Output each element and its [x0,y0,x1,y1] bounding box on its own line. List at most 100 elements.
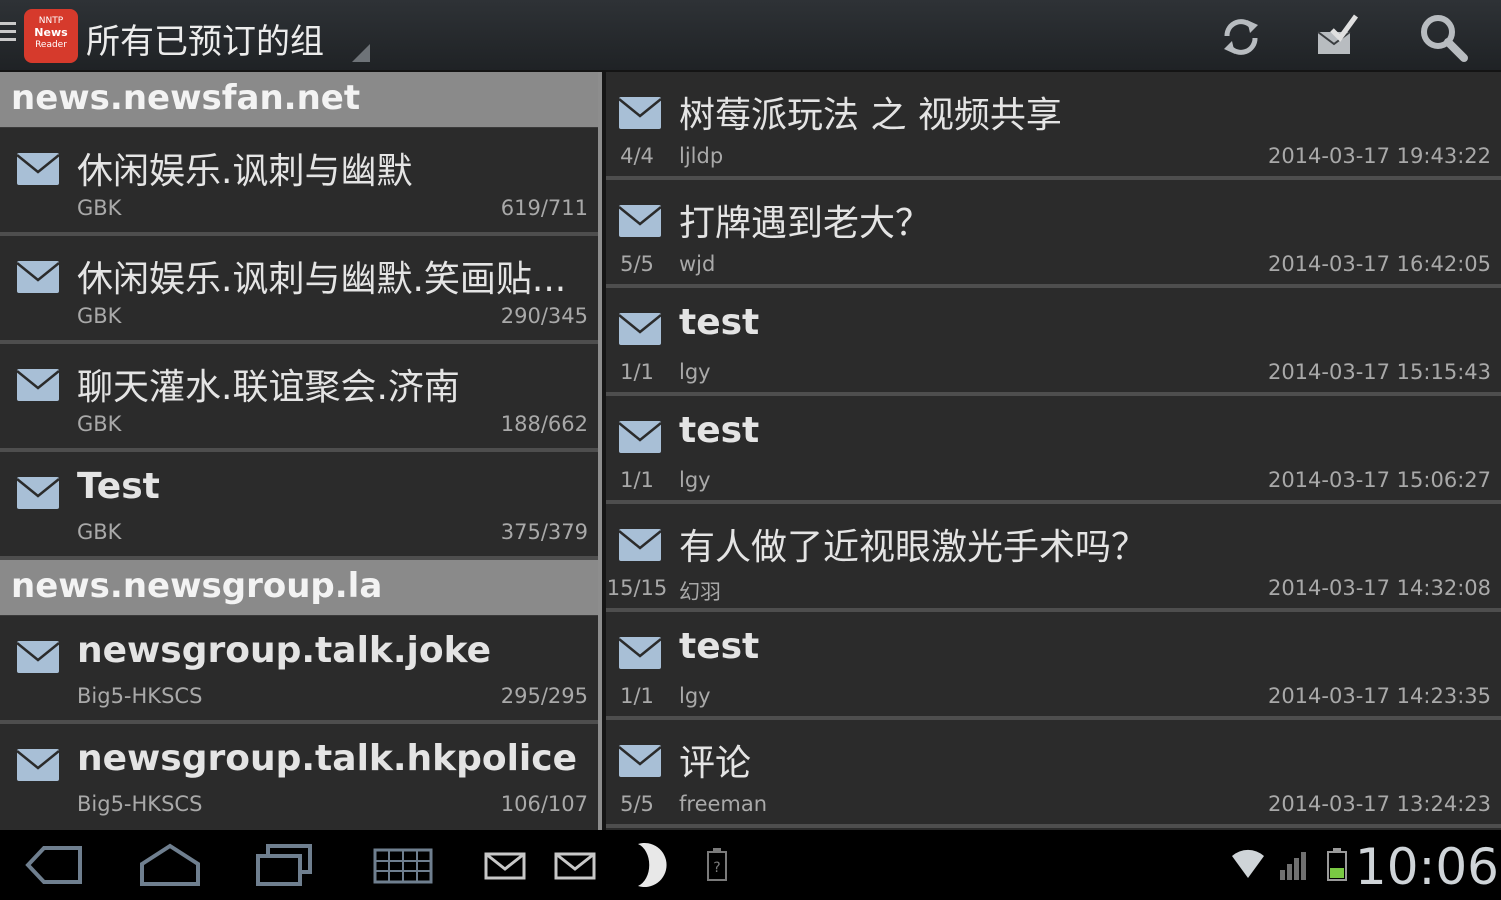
thread-subject: 评论 [679,743,752,784]
thread-item[interactable]: 有人做了近视眼激光手术吗？ 15/15 幻羽 2014-03-17 14:32:… [606,504,1501,612]
envelope-icon [618,205,662,237]
thread-item[interactable]: 打牌遇到老大？ 5/5 wjd 2014-03-17 16:42:05 [606,180,1501,288]
thread-date: 2014-03-17 19:43:22 [1267,144,1491,168]
group-item[interactable]: 休闲娱乐.讽刺与幽默.笑画贴... GBK 290/345 [0,236,598,344]
page-title[interactable]: 所有已预订的组 [86,14,324,63]
server-header: news.newsfan.net [0,72,598,128]
wifi-icon [1232,849,1264,878]
thread-item[interactable]: 评论 5/5 freeman 2014-03-17 13:24:23 [606,720,1501,828]
group-item[interactable]: Test GBK 375/379 [0,452,598,560]
envelope-icon [618,529,662,561]
thread-author: lgy [679,360,711,384]
logo-text-reader: Reader [35,40,67,50]
system-bar: ? 10:06 [0,830,1501,900]
thread-author: lgy [679,684,711,708]
home-icon[interactable] [138,842,202,888]
pane-divider[interactable] [598,72,606,830]
thread-author: 幻羽 [679,580,721,604]
thread-count: 5/5 [620,252,654,276]
thread-count: 1/1 [620,360,654,384]
battery-saver-icon[interactable]: ? [704,842,730,888]
search-icon[interactable] [1416,10,1470,64]
thread-subject: 打牌遇到老大？ [679,203,932,244]
group-encoding: GBK [77,412,122,436]
envelope-icon [16,261,60,293]
group-encoding: Big5-HKSCS [77,684,203,708]
mark-read-icon[interactable] [1310,10,1364,64]
envelope-icon [16,153,60,185]
envelope-icon [618,637,662,669]
thread-count: 4/4 [620,144,654,168]
mail-notification-icon[interactable] [484,842,526,888]
thread-author: ljldp [679,144,724,168]
spinner-caret-icon [352,44,370,62]
group-name: 休闲娱乐.讽刺与幽默.笑画贴... [77,259,567,300]
group-count: 290/345 [500,304,588,328]
svg-text:?: ? [713,860,720,876]
thread-count: 1/1 [620,468,654,492]
group-name: 休闲娱乐.讽刺与幽默 [77,151,413,192]
group-item[interactable]: newsgroup.talk.hkpolice Big5-HKSCS 106/1… [0,724,598,830]
refresh-icon[interactable] [1214,10,1268,64]
group-name: newsgroup.talk.joke [77,630,491,671]
group-name: newsgroup.talk.hkpolice [77,738,578,779]
group-encoding: GBK [77,520,122,544]
group-encoding: GBK [77,196,122,220]
thread-item[interactable]: test 1/1 lgy 2014-03-17 15:15:43 [606,288,1501,396]
thread-author: wjd [679,252,716,276]
group-count: 188/662 [500,412,588,436]
group-list: news.newsfan.net 休闲娱乐.讽刺与幽默 GBK 619/711 … [0,72,598,830]
thread-date: 2014-03-17 14:32:08 [1267,576,1491,600]
thread-date: 2014-03-17 13:24:23 [1267,792,1491,816]
signal-icon [1280,852,1306,880]
thread-subject: test [679,626,760,667]
moon-icon[interactable] [626,842,670,888]
group-count: 106/107 [500,792,588,816]
clock[interactable]: 10:06 [1355,838,1499,896]
thread-author: lgy [679,468,711,492]
envelope-icon [16,641,60,673]
envelope-icon [618,745,662,777]
thread-date: 2014-03-17 15:15:43 [1267,360,1491,384]
app-logo-icon[interactable]: NNTP News Reader [24,9,78,63]
back-icon[interactable] [24,842,84,888]
thread-count: 15/15 [606,576,668,600]
mail-notification-icon[interactable] [554,842,596,888]
thread-date: 2014-03-17 14:23:35 [1267,684,1491,708]
group-name: Test [77,466,160,507]
envelope-icon [16,749,60,781]
group-encoding: Big5-HKSCS [77,792,203,816]
screen: NNTP News Reader 所有已预订的组 news.newsfan.ne… [0,0,1501,900]
group-count: 295/295 [500,684,588,708]
thread-subject: test [679,302,760,343]
group-item[interactable]: newsgroup.talk.joke Big5-HKSCS 295/295 [0,616,598,724]
drawer-icon[interactable] [0,22,16,48]
group-item[interactable]: 休闲娱乐.讽刺与幽默 GBK 619/711 [0,128,598,236]
thread-subject: 有人做了近视眼激光手术吗？ [679,527,1148,568]
thread-item[interactable]: test 1/1 lgy 2014-03-17 15:06:27 [606,396,1501,504]
recent-apps-icon[interactable] [254,842,314,888]
thread-count: 5/5 [620,792,654,816]
group-name: 聊天灌水.联谊聚会.济南 [77,367,460,408]
keyboard-icon[interactable] [372,842,434,888]
group-count: 619/711 [500,196,588,220]
battery-icon [1327,848,1347,881]
envelope-icon [16,477,60,509]
group-encoding: GBK [77,304,122,328]
thread-subject: test [679,410,760,451]
group-item[interactable]: 聊天灌水.联谊聚会.济南 GBK 188/662 [0,344,598,452]
thread-author: freeman [679,792,768,816]
thread-date: 2014-03-17 16:42:05 [1267,252,1491,276]
thread-count: 1/1 [620,684,654,708]
envelope-icon [16,369,60,401]
envelope-icon [618,421,662,453]
thread-item[interactable]: test 1/1 lgy 2014-03-17 14:23:35 [606,612,1501,720]
envelope-icon [618,313,662,345]
thread-date: 2014-03-17 15:06:27 [1267,468,1491,492]
thread-subject: 树莓派玩法 之 视频共享 [679,95,1062,136]
envelope-icon [618,97,662,129]
action-bar: NNTP News Reader 所有已预订的组 [0,0,1501,72]
thread-item[interactable]: 树莓派玩法 之 视频共享 4/4 ljldp 2014-03-17 19:43:… [606,72,1501,180]
logo-text-news: News [34,26,68,39]
thread-list: 树莓派玩法 之 视频共享 4/4 ljldp 2014-03-17 19:43:… [606,72,1501,830]
